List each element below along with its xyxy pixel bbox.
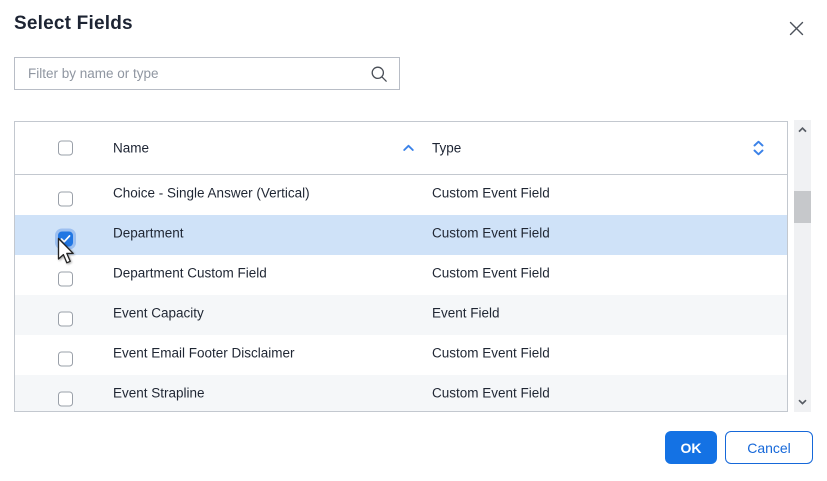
- sort-ascending-icon[interactable]: [402, 144, 415, 153]
- row-name-cell: Department: [113, 225, 184, 241]
- close-icon: [789, 21, 803, 35]
- table-row[interactable]: Choice - Single Answer (Vertical) Custom…: [15, 175, 787, 215]
- table-body: Choice - Single Answer (Vertical) Custom…: [15, 175, 787, 411]
- row-type-cell: Custom Event Field: [432, 345, 550, 361]
- scrollbar-thumb[interactable]: [794, 191, 811, 223]
- table-row[interactable]: Event Capacity Event Field: [15, 295, 787, 335]
- row-name-cell: Choice - Single Answer (Vertical): [113, 185, 310, 201]
- table-row[interactable]: Department Custom Field Custom Event Fie…: [15, 255, 787, 295]
- row-checkbox[interactable]: [58, 351, 73, 367]
- table-row[interactable]: Event Email Footer Disclaimer Custom Eve…: [15, 335, 787, 375]
- row-checkbox[interactable]: [58, 231, 73, 247]
- row-type-cell: Event Field: [432, 305, 500, 321]
- ok-button[interactable]: OK: [665, 431, 717, 464]
- filter-container: [14, 57, 400, 90]
- cancel-button[interactable]: Cancel: [725, 431, 813, 464]
- row-name-cell: Event Email Footer Disclaimer: [113, 345, 295, 361]
- row-name-cell: Event Strapline: [113, 385, 205, 401]
- scroll-down-button[interactable]: [794, 394, 811, 410]
- select-fields-dialog: Select Fields Name Type: [0, 0, 827, 481]
- sort-toggle-icon[interactable]: [752, 140, 765, 157]
- row-type-cell: Custom Event Field: [432, 265, 550, 281]
- column-header-type[interactable]: Type: [432, 141, 461, 156]
- row-checkbox[interactable]: [58, 191, 73, 207]
- row-name-cell: Event Capacity: [113, 305, 204, 321]
- row-type-cell: Custom Event Field: [432, 225, 550, 241]
- select-all-checkbox[interactable]: [58, 140, 73, 156]
- fields-table: Name Type Choice - Single Answer (Vertic…: [14, 121, 788, 412]
- dialog-title: Select Fields: [14, 13, 133, 34]
- row-checkbox[interactable]: [58, 391, 73, 407]
- filter-input[interactable]: [15, 66, 370, 81]
- table-header-row: Name Type: [15, 122, 787, 175]
- row-type-cell: Custom Event Field: [432, 185, 550, 201]
- column-header-name[interactable]: Name: [113, 141, 149, 156]
- chevron-up-icon: [798, 127, 807, 133]
- scroll-up-button[interactable]: [794, 122, 811, 138]
- row-checkbox[interactable]: [58, 311, 73, 327]
- check-icon: [60, 235, 71, 243]
- table-row[interactable]: Department Custom Event Field: [15, 215, 787, 255]
- table-row[interactable]: Event Strapline Custom Event Field: [15, 375, 787, 411]
- row-type-cell: Custom Event Field: [432, 385, 550, 401]
- row-checkbox[interactable]: [58, 271, 73, 287]
- chevron-down-icon: [798, 399, 807, 405]
- table-scrollbar[interactable]: [794, 120, 811, 412]
- close-button[interactable]: [784, 16, 808, 40]
- search-icon: [371, 66, 387, 82]
- row-name-cell: Department Custom Field: [113, 265, 267, 281]
